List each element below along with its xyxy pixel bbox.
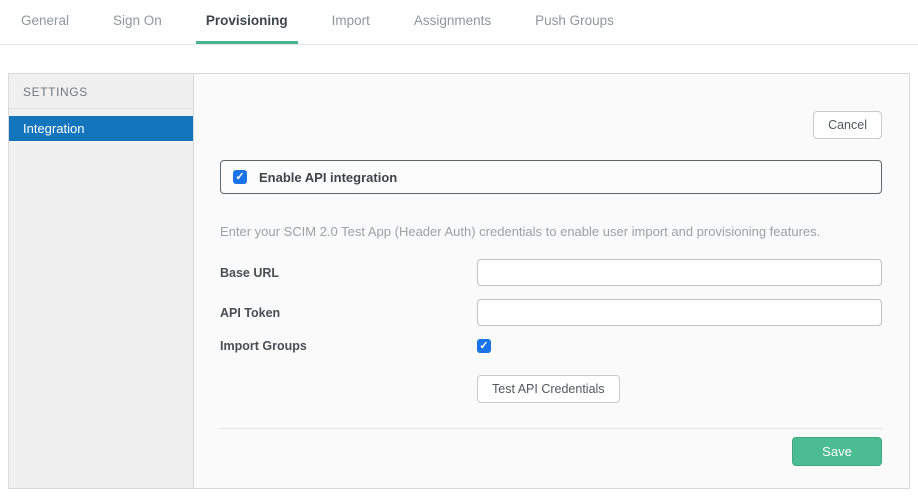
provisioning-panel: SETTINGS Integration Cancel ✓ Enable API… xyxy=(8,73,910,489)
base-url-label: Base URL xyxy=(220,266,477,280)
integration-settings-form: Cancel ✓ Enable API integration Enter yo… xyxy=(194,74,909,488)
save-button[interactable]: Save xyxy=(792,437,882,466)
app-tab-bar: General Sign On Provisioning Import Assi… xyxy=(0,0,918,45)
tab-assignments[interactable]: Assignments xyxy=(404,0,501,44)
settings-sidebar: SETTINGS Integration xyxy=(9,74,194,488)
enable-api-integration-box[interactable]: ✓ Enable API integration xyxy=(220,160,882,194)
import-groups-label: Import Groups xyxy=(220,339,477,353)
tab-provisioning[interactable]: Provisioning xyxy=(196,0,298,44)
import-groups-row: Import Groups ✓ xyxy=(220,339,882,353)
enable-api-checkbox[interactable]: ✓ xyxy=(233,170,247,184)
sidebar-item-integration[interactable]: Integration xyxy=(9,116,193,141)
tab-sign-on[interactable]: Sign On xyxy=(103,0,172,44)
base-url-row: Base URL xyxy=(220,259,882,286)
test-api-credentials-button[interactable]: Test API Credentials xyxy=(477,375,620,403)
tab-general[interactable]: General xyxy=(11,0,79,44)
api-token-row: API Token xyxy=(220,299,882,326)
cancel-button[interactable]: Cancel xyxy=(813,111,882,139)
import-groups-checkbox[interactable]: ✓ xyxy=(477,339,491,353)
footer-divider xyxy=(220,428,882,429)
api-token-label: API Token xyxy=(220,306,477,320)
base-url-input[interactable] xyxy=(477,259,882,286)
credentials-description: Enter your SCIM 2.0 Test App (Header Aut… xyxy=(220,224,882,239)
api-token-input[interactable] xyxy=(477,299,882,326)
enable-api-label: Enable API integration xyxy=(259,170,397,185)
tab-import[interactable]: Import xyxy=(322,0,380,44)
tab-push-groups[interactable]: Push Groups xyxy=(525,0,624,44)
sidebar-header-settings: SETTINGS xyxy=(9,74,193,109)
